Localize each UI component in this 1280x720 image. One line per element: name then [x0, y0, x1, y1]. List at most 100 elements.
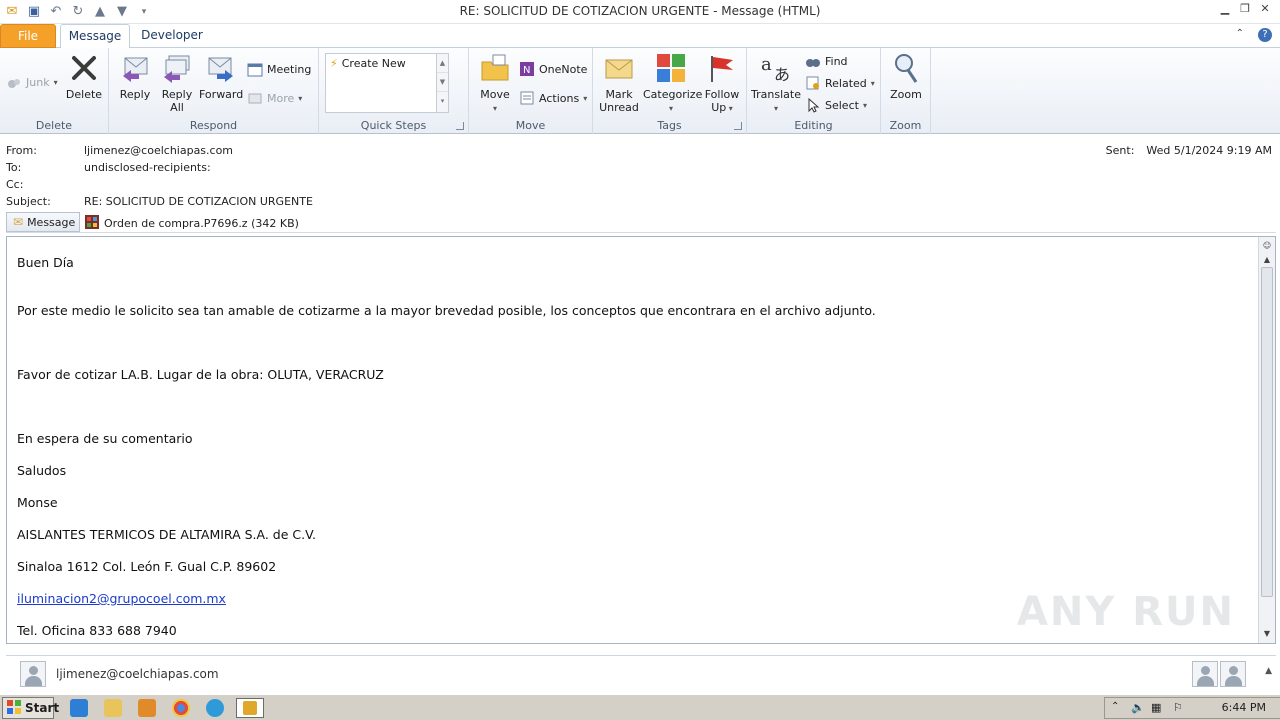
volume-icon[interactable]: 🔈 — [1131, 701, 1145, 714]
expand-people-pane-icon[interactable]: ▲ — [1265, 666, 1272, 676]
translate-button[interactable]: aあ Translate ▾ — [751, 52, 801, 115]
flag-icon[interactable]: ⚐ — [1173, 701, 1183, 714]
system-tray: ⌃ 🔈 ▦ ⚐ 6:44 PM — [1104, 697, 1280, 719]
avatar[interactable] — [20, 661, 46, 687]
help-icon[interactable]: ? — [1258, 28, 1272, 42]
tray-expand-icon[interactable]: ⌃ — [1111, 701, 1119, 712]
ribbon-right-controls: ⌃ ? — [1236, 28, 1272, 42]
envelope-icon: ✉ — [13, 215, 24, 229]
title-bar: ✉ ▣ ↶ ↻ ▲ ▼ ▾ RE: SOLICITUD DE COTIZACIO… — [0, 0, 1280, 24]
watermark: ANY RUN — [1016, 589, 1235, 635]
message-body: Buen Día Por este medio le solicito sea … — [6, 236, 1276, 644]
archive-file-icon — [84, 214, 100, 233]
scroll-down-icon[interactable]: ▼ — [437, 73, 448, 92]
quick-steps-launcher-icon[interactable] — [456, 122, 464, 130]
folder-icon[interactable] — [104, 699, 122, 717]
follow-up-flag-icon — [706, 52, 738, 84]
message-header: From: ljimenez@coelchiapas.com To: undis… — [0, 134, 1280, 210]
internet-explorer-icon[interactable] — [70, 699, 88, 717]
select-cursor-icon — [805, 97, 821, 113]
follow-up-button[interactable]: Follow Up ▾ — [701, 52, 743, 115]
body-line: AISLANTES TERMICOS DE ALTAMIRA S.A. de C… — [17, 527, 317, 542]
message-tab-button[interactable]: ✉ Message — [6, 212, 81, 232]
onenote-button[interactable]: N OneNote — [519, 59, 587, 79]
forward-icon — [205, 52, 237, 84]
svg-text:N: N — [523, 65, 530, 76]
tab-developer[interactable]: Developer — [136, 24, 208, 48]
expand-gallery-icon[interactable]: ▾ — [437, 92, 448, 111]
body-scrollbar[interactable]: ☺ ▲ ▼ — [1258, 237, 1275, 643]
attachment-file[interactable]: Orden de compra.P7696.z (342 KB) — [84, 214, 299, 233]
avatar[interactable] — [1220, 661, 1246, 687]
junk-button[interactable]: Junk ▾ — [6, 72, 58, 92]
reply-all-button[interactable]: Reply All — [157, 52, 197, 114]
related-icon — [805, 75, 821, 91]
scroll-up-icon[interactable]: ▲ — [1260, 253, 1274, 267]
find-binoculars-icon — [805, 53, 821, 69]
zoom-magnifier-icon — [890, 52, 922, 84]
close-icon[interactable]: ✕ — [1258, 2, 1272, 16]
ribbon-tabs: File Message Developer ⌃ ? — [0, 24, 1280, 49]
quick-steps-scroll[interactable]: ▲ ▼ ▾ — [436, 54, 448, 112]
body-line: Por este medio le solicito sea tan amabl… — [17, 303, 876, 318]
related-button[interactable]: Related ▾ — [805, 73, 875, 93]
body-greeting: Buen Día — [17, 255, 74, 270]
scroll-up-icon[interactable]: ▲ — [437, 54, 448, 73]
window-controls: ▁ ❐ ✕ — [1218, 2, 1272, 16]
network-icon[interactable]: ▦ — [1151, 701, 1161, 714]
more-button[interactable]: More ▾ — [247, 88, 302, 108]
group-move: Move ▾ N OneNote Actions ▾ Move — [469, 48, 593, 134]
minimize-icon[interactable]: ▁ — [1218, 2, 1232, 16]
group-delete: Junk ▾ Delete Delete — [0, 48, 109, 134]
ribbon: Junk ▾ Delete Delete Reply Reply All For… — [0, 48, 1280, 134]
forward-button[interactable]: Forward — [199, 52, 243, 101]
meeting-calendar-icon — [247, 61, 263, 77]
zoom-button[interactable]: Zoom — [885, 52, 927, 101]
restore-icon[interactable]: ❐ — [1238, 2, 1252, 16]
lightning-icon: ⚡ — [330, 57, 338, 70]
tab-file[interactable]: File — [0, 24, 56, 48]
group-label-zoom: Zoom — [889, 119, 922, 132]
avatar[interactable] — [1192, 661, 1218, 687]
email-link[interactable]: iluminacion2@grupocoel.com.mx — [17, 591, 226, 606]
edge-icon[interactable] — [206, 699, 224, 717]
people-pane-name[interactable]: ljimenez@coelchiapas.com — [56, 667, 219, 681]
move-button[interactable]: Move ▾ — [473, 52, 517, 115]
reply-all-icon — [161, 52, 193, 84]
sent-date: Sent: Wed 5/1/2024 9:19 AM — [1105, 144, 1272, 157]
minimize-ribbon-icon[interactable]: ⌃ — [1236, 28, 1244, 42]
actions-button[interactable]: Actions ▾ — [519, 88, 587, 108]
start-button[interactable]: Start — [2, 697, 59, 719]
find-button[interactable]: Find — [805, 51, 848, 71]
meeting-button[interactable]: Meeting — [247, 59, 311, 79]
move-folder-icon — [479, 52, 511, 84]
quick-steps-gallery: ⚡ Create New ▲ ▼ ▾ — [325, 53, 449, 113]
body-line: Tel. Oficina 833 688 7940 — [17, 623, 177, 638]
mark-unread-button[interactable]: Mark Unread — [597, 52, 641, 114]
people-pane: ljimenez@coelchiapas.com ▲ — [6, 655, 1276, 691]
outlook-task-icon[interactable] — [236, 698, 264, 718]
scroll-down-icon[interactable]: ▼ — [1260, 627, 1274, 641]
media-player-icon[interactable] — [138, 699, 156, 717]
create-new-quick-step[interactable]: ⚡ Create New — [330, 57, 406, 70]
group-quick-steps: ⚡ Create New ▲ ▼ ▾ Quick Steps — [319, 48, 469, 134]
select-button[interactable]: Select ▾ — [805, 95, 867, 115]
from-address[interactable]: ljimenez@coelchiapas.com — [84, 144, 233, 157]
attachment-bar: ✉ Message Orden de compra.P7696.z (342 K… — [6, 211, 1276, 233]
tab-message[interactable]: Message — [60, 24, 130, 49]
smiley-icon[interactable]: ☺ — [1260, 239, 1274, 253]
reply-button[interactable]: Reply — [115, 52, 155, 101]
group-editing: aあ Translate ▾ Find Related ▾ Select ▾ Edit… — [747, 48, 881, 134]
body-line: En espera de su comentario — [17, 431, 193, 446]
chrome-icon[interactable] — [172, 699, 190, 717]
categorize-button[interactable]: Categorize ▾ — [643, 52, 702, 115]
junk-icon — [6, 74, 22, 90]
tags-launcher-icon[interactable] — [734, 122, 742, 130]
delete-button[interactable]: Delete — [64, 52, 104, 101]
scrollbar-thumb[interactable] — [1261, 267, 1273, 597]
more-icon — [247, 90, 263, 106]
group-respond: Reply Reply All Forward Meeting More ▾ R… — [109, 48, 319, 134]
to-address[interactable]: undisclosed-recipients: — [84, 161, 211, 174]
svg-text:a: a — [761, 54, 772, 75]
clock[interactable]: 6:44 PM — [1222, 701, 1266, 714]
